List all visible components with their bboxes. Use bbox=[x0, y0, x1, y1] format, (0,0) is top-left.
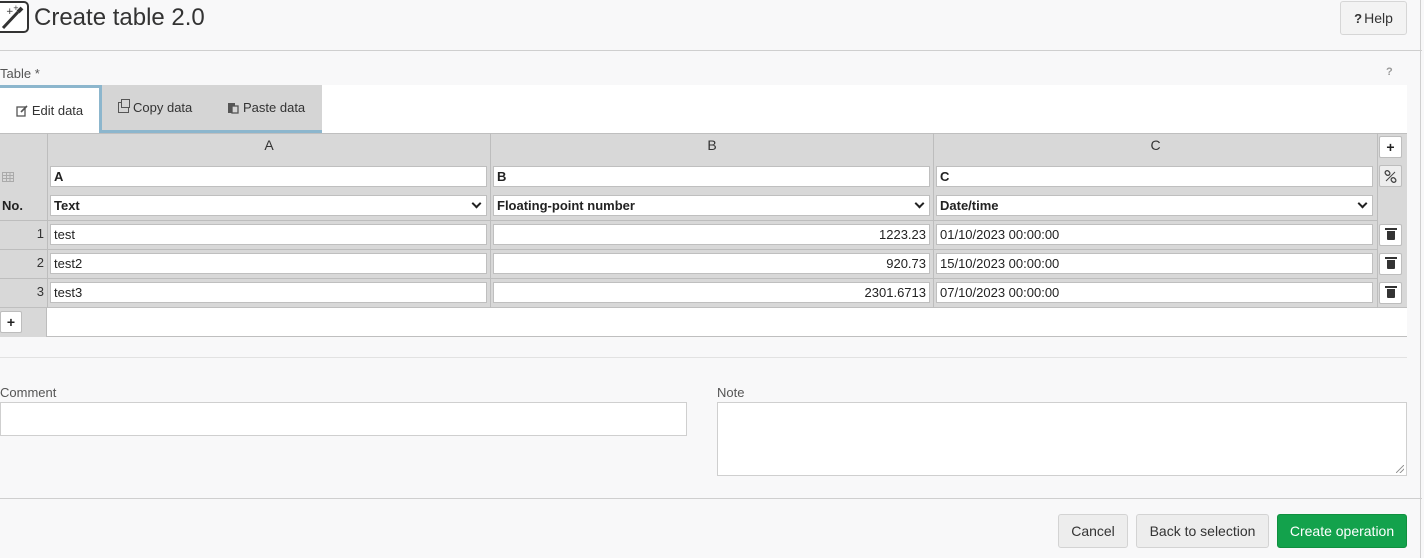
column-name-input-b[interactable]: B bbox=[493, 166, 930, 187]
cell-input-b[interactable]: 2301.6713 bbox=[493, 282, 930, 303]
magic-wand-icon: + + bbox=[0, 1, 29, 33]
help-button[interactable]: ? Help bbox=[1340, 1, 1407, 35]
column-type-select-b[interactable]: Floating-point number bbox=[493, 195, 930, 216]
cell-input-a[interactable]: test bbox=[50, 224, 487, 245]
row-number-header: No. bbox=[2, 198, 23, 213]
column-name-input-c[interactable]: C bbox=[936, 166, 1373, 187]
trash-icon bbox=[1384, 227, 1397, 240]
column-letter-c: C bbox=[1150, 137, 1161, 153]
column-letter-a: A bbox=[264, 137, 274, 153]
chevron-down-icon bbox=[471, 198, 482, 209]
grid-divider bbox=[1377, 133, 1378, 308]
trash-icon bbox=[1384, 256, 1397, 269]
tab-label: Copy data bbox=[133, 100, 193, 115]
tab-paste-data[interactable]: Paste data bbox=[227, 85, 305, 130]
section-divider bbox=[0, 357, 1407, 358]
row-number: 3 bbox=[36, 284, 44, 299]
chevron-down-icon bbox=[914, 198, 925, 209]
grid-row-divider bbox=[0, 278, 1377, 279]
cell-input-a[interactable]: test3 bbox=[50, 282, 487, 303]
back-to-selection-button[interactable]: Back to selection bbox=[1136, 514, 1269, 548]
add-row-area bbox=[0, 308, 1407, 337]
chevron-down-icon bbox=[1357, 198, 1368, 209]
panel-border bbox=[1420, 0, 1421, 558]
add-row-button[interactable]: + bbox=[0, 311, 22, 333]
tab-label: Paste data bbox=[243, 100, 306, 115]
create-operation-button[interactable]: Create operation bbox=[1277, 514, 1407, 548]
comment-input[interactable] bbox=[0, 402, 687, 436]
cancel-button[interactable]: Cancel bbox=[1058, 514, 1128, 548]
cell-input-b[interactable]: 1223.23 bbox=[493, 224, 930, 245]
select-value: Text bbox=[54, 198, 80, 213]
grid-row-divider bbox=[0, 220, 1377, 221]
select-value: Floating-point number bbox=[497, 198, 635, 213]
row-number: 2 bbox=[36, 255, 44, 270]
resize-handle-icon[interactable] bbox=[1396, 465, 1404, 473]
delete-row-button[interactable] bbox=[1379, 253, 1402, 275]
svg-text:+: + bbox=[13, 4, 19, 12]
table-help-icon[interactable]: ? bbox=[1386, 66, 1393, 78]
tab-label: Edit data bbox=[31, 103, 84, 118]
delete-row-button[interactable] bbox=[1379, 282, 1402, 304]
help-label: Help bbox=[1364, 10, 1393, 26]
column-letter-b: B bbox=[707, 137, 717, 153]
delete-row-button[interactable] bbox=[1379, 224, 1402, 246]
comment-label: Comment bbox=[0, 385, 57, 400]
table-field-label: Table * bbox=[0, 66, 40, 81]
edit-icon bbox=[16, 104, 28, 117]
header-divider bbox=[0, 50, 1422, 51]
footer-divider bbox=[0, 498, 1422, 499]
unlink-button[interactable] bbox=[1379, 165, 1402, 187]
cell-input-a[interactable]: test2 bbox=[50, 253, 487, 274]
cell-input-c[interactable]: 01/10/2023 00:00:00 bbox=[936, 224, 1373, 245]
cell-input-c[interactable]: 15/10/2023 00:00:00 bbox=[936, 253, 1373, 274]
tab-edit-data[interactable]: Edit data bbox=[0, 85, 102, 133]
page-title: Create table 2.0 bbox=[34, 4, 205, 31]
column-type-select-c[interactable]: Date/time bbox=[936, 195, 1373, 216]
add-column-button[interactable]: + bbox=[1379, 136, 1402, 158]
paste-icon bbox=[228, 102, 239, 114]
column-type-select-a[interactable]: Text bbox=[50, 195, 487, 216]
tab-copy-data[interactable]: Copy data bbox=[118, 85, 192, 130]
copy-icon bbox=[118, 99, 130, 113]
note-textarea[interactable] bbox=[717, 402, 1407, 476]
trash-icon bbox=[1384, 285, 1397, 298]
cell-input-b[interactable]: 920.73 bbox=[493, 253, 930, 274]
column-name-input-a[interactable]: A bbox=[50, 166, 487, 187]
question-icon: ? bbox=[1354, 10, 1363, 26]
note-label: Note bbox=[717, 385, 745, 400]
unlink-icon bbox=[1384, 169, 1397, 183]
select-value: Date/time bbox=[940, 198, 999, 213]
grid-row-divider bbox=[0, 249, 1377, 250]
row-number: 1 bbox=[36, 226, 44, 241]
cell-input-c[interactable]: 07/10/2023 00:00:00 bbox=[936, 282, 1373, 303]
table-grid-icon bbox=[2, 172, 14, 182]
